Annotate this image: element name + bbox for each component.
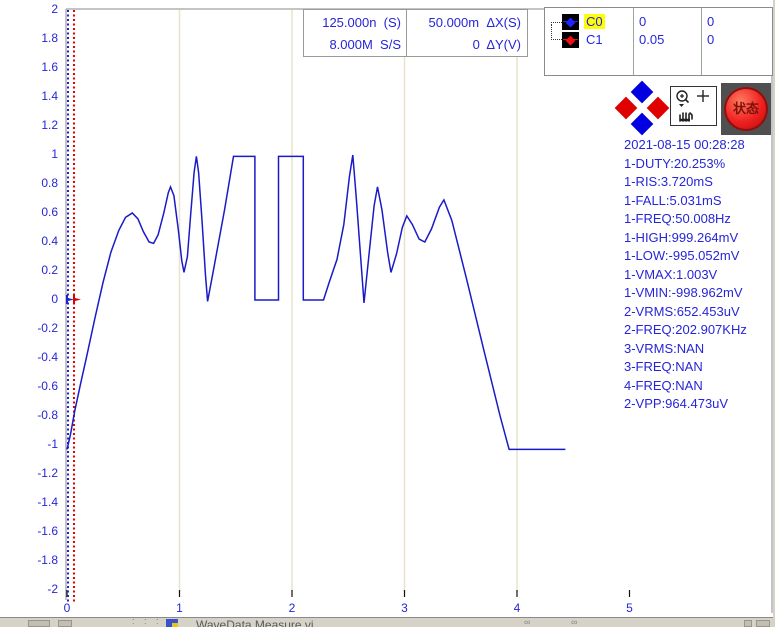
x-tick-label: 3 (392, 601, 418, 615)
measurement-line: 1-FREQ:50.008Hz (624, 210, 774, 229)
status-button[interactable]: 状态 (721, 83, 771, 135)
x-tick-label: 5 (617, 601, 643, 615)
measurement-line: 3-VRMS:NAN (624, 340, 774, 359)
cursor-c0-x-value[interactable]: 0 (639, 14, 646, 29)
bottom-bar-widget[interactable] (744, 620, 752, 627)
y-tick-label: 0.4 (0, 234, 58, 248)
right-red-diamond-icon[interactable] (647, 97, 670, 120)
blue-diamond-cursor-icon[interactable]: ◆ (562, 14, 579, 30)
bottom-bar-mark: ∞ (571, 617, 577, 627)
measurement-line: 1-VMIN:-998.962mV (624, 284, 774, 303)
x-tick-label: 1 (167, 601, 193, 615)
cursor-c1-label[interactable]: C1 (584, 32, 605, 47)
plus-icon[interactable] (697, 90, 709, 102)
y-tick-label: 1.8 (0, 31, 58, 45)
y-tick-label: 0 (0, 292, 58, 306)
delta-x-value: 50.000m ΔX(S) (429, 15, 522, 30)
status-button-label[interactable]: 状态 (724, 87, 768, 131)
timestamp: 2021-08-15 00:28:28 (624, 136, 774, 155)
y-tick-label: -1 (0, 437, 58, 451)
y-tick-label: -2 (0, 582, 58, 596)
bottom-bar-mark: : (144, 617, 147, 626)
sample-rate-value: 8.000M S/S (329, 37, 401, 52)
cursor-row-c1[interactable]: ◆ C1 0.05 0 (545, 32, 772, 50)
measurement-line: 1-DUTY:20.253% (624, 155, 774, 174)
x-tick-label: 2 (279, 601, 305, 615)
bottom-bar-widget[interactable] (58, 620, 72, 627)
cursor-c1-marker-icon[interactable] (73, 295, 81, 304)
bottom-bar-widget[interactable] (756, 620, 770, 627)
y-tick-label: 1.6 (0, 60, 58, 74)
cursor-row-c0[interactable]: ◆ C0 0 0 (545, 14, 772, 32)
measurement-line: 1-VMAX:1.003V (624, 266, 774, 285)
cursor-delta-panel: 50.000m ΔX(S) 0 ΔY(V) (406, 9, 528, 57)
x-tick-label: 0 (54, 601, 80, 615)
magnifier-zoom-icon[interactable] (677, 91, 689, 107)
measurement-line: 1-HIGH:999.264mV (624, 229, 774, 248)
delta-y-value: 0 ΔY(V) (473, 37, 521, 52)
cursor-c1-x-value[interactable]: 0.05 (639, 32, 664, 47)
bottom-bar-mark: : (156, 617, 159, 626)
vi-window-title[interactable]: WaveData Measure.vi (196, 618, 314, 627)
waveform-trace-c1[interactable] (67, 155, 565, 449)
measurement-line: 2-VPP:964.473uV (624, 395, 774, 414)
measurement-readout-panel: 2021-08-15 00:28:28 1-DUTY:20.253%1-RIS:… (624, 136, 774, 414)
y-tick-label: -1.2 (0, 466, 58, 480)
y-tick-label: 1.2 (0, 118, 58, 132)
y-tick-label: -0.8 (0, 408, 58, 422)
y-tick-label: -0.2 (0, 321, 58, 335)
hand-pan-icon[interactable] (680, 113, 692, 121)
sample-period-value: 125.000n (S) (322, 15, 401, 30)
cursor-legend-table: ◆ C0 0 0 ◆ C1 0.05 0 (544, 7, 773, 76)
y-tick-label: -1.8 (0, 553, 58, 567)
tree-branch-line (551, 24, 562, 40)
y-tick-label: 0.8 (0, 176, 58, 190)
cursor-c1-y-value[interactable]: 0 (707, 32, 714, 47)
bottom-bar-mark: : (132, 617, 135, 626)
y-tick-label: 1 (0, 147, 58, 161)
y-tick-label: 0.6 (0, 205, 58, 219)
oscilloscope-app-window: 2 1.8 1.6 1.4 1.2 1 0.8 0.6 0.4 0.2 0 -0.2 -0.4 -0.6 -… (0, 0, 775, 627)
measurement-line: 1-LOW:-995.052mV (624, 247, 774, 266)
y-tick-label: 1.4 (0, 89, 58, 103)
y-tick-label: -0.4 (0, 350, 58, 364)
measurement-line: 4-FREQ:NAN (624, 377, 774, 396)
tree-branch-line (551, 22, 562, 23)
measurement-line: 2-FREQ:202.907KHz (624, 321, 774, 340)
measurement-line: 3-FREQ:NAN (624, 358, 774, 377)
cursor-c0-marker-icon[interactable] (66, 295, 74, 304)
bottom-bar-widget[interactable] (28, 620, 50, 627)
measurement-line: 2-VRMS:652.453uV (624, 303, 774, 322)
sample-info-panel: 125.000n (S) 8.000M S/S (303, 9, 407, 57)
y-tick-label: 2 (0, 2, 58, 16)
cursor-move-pad-button[interactable] (616, 82, 668, 136)
bottom-window-bar[interactable]: : : : WaveData Measure.vi ∞ ∞ (0, 617, 775, 627)
left-red-diamond-icon[interactable] (615, 97, 638, 120)
up-blue-diamond-icon[interactable] (631, 81, 654, 104)
down-blue-diamond-icon[interactable] (631, 113, 654, 136)
measurement-line: 1-RIS:3.720mS (624, 173, 774, 192)
y-tick-label: -1.6 (0, 524, 58, 538)
cursor-c0-label[interactable]: C0 (584, 14, 605, 29)
y-tick-label: -0.6 (0, 379, 58, 393)
y-tick-label: 0.2 (0, 263, 58, 277)
vi-file-icon (166, 619, 178, 627)
x-tick-label: 4 (504, 601, 530, 615)
red-diamond-cursor-icon[interactable]: ◆ (562, 32, 579, 48)
measurement-line: 1-FALL:5.031mS (624, 192, 774, 211)
bottom-bar-mark: ∞ (524, 617, 530, 627)
cursor-c0-y-value[interactable]: 0 (707, 14, 714, 29)
zoom-pan-tools-button[interactable] (670, 86, 717, 126)
y-tick-label: -1.4 (0, 495, 58, 509)
